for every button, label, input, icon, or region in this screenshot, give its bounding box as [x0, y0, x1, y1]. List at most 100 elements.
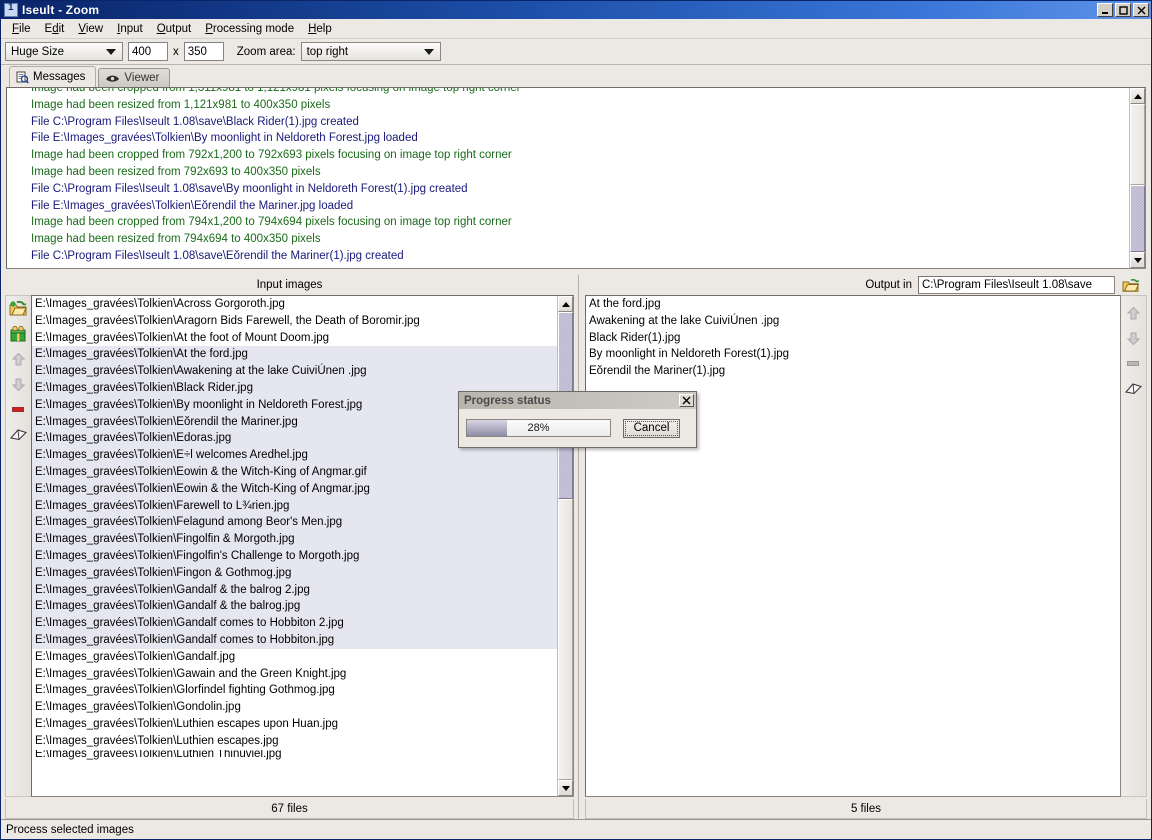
list-item[interactable]: E:\Images_gravées\Tolkien\Eowin & the Wi…	[32, 481, 557, 498]
zoom-area-label: Zoom area:	[237, 46, 296, 58]
list-item[interactable]: E:\Images_gravées\Tolkien\Eowin & the Wi…	[32, 464, 557, 481]
move-up-icon[interactable]	[8, 349, 30, 369]
output-path-value: C:\Program Files\Iseult 1.08\save	[922, 279, 1092, 291]
message-line: File C:\Program Files\Iseult 1.08\save\B…	[13, 181, 1129, 198]
list-item[interactable]: E:\Images_gravées\Tolkien\At the ford.jp…	[32, 346, 557, 363]
messages-scrollbar[interactable]	[1129, 88, 1145, 268]
list-item[interactable]: E:\Images_gravées\Tolkien\Gandalf comes …	[32, 632, 557, 649]
zoom-area-combo[interactable]: top right	[301, 42, 441, 61]
remove-icon[interactable]	[8, 399, 30, 419]
list-item[interactable]: Eŏrendil the Mariner(1).jpg	[586, 363, 1120, 380]
progress-bar: 28%	[466, 419, 611, 437]
main-content: Input images	[1, 269, 1151, 819]
scroll-down-button[interactable]	[558, 780, 573, 796]
list-item[interactable]: E:\Images_gravées\Tolkien\Fingolfin's Ch…	[32, 548, 557, 565]
progress-dialog-title: Progress status	[464, 395, 551, 407]
scroll-down-button[interactable]	[1130, 252, 1145, 268]
close-icon[interactable]	[679, 394, 694, 407]
list-item[interactable]: At the ford.jpg	[586, 296, 1120, 313]
height-input[interactable]: 350	[184, 42, 224, 61]
minimize-button[interactable]	[1097, 3, 1113, 17]
window-title: Iseult - Zoom	[22, 3, 1097, 17]
output-path-input[interactable]: C:\Program Files\Iseult 1.08\save	[918, 276, 1115, 294]
zoom-area-value: top right	[307, 46, 349, 58]
list-item[interactable]: E:\Images_gravées\Tolkien\Farewell to L¾…	[32, 498, 557, 515]
list-item[interactable]: E:\Images_gravées\Tolkien\Gandalf comes …	[32, 615, 557, 632]
menu-edit[interactable]: Edit	[38, 21, 72, 37]
browse-output-folder-button[interactable]	[1121, 276, 1141, 294]
menu-view[interactable]: View	[71, 21, 110, 37]
window-controls	[1097, 3, 1149, 17]
input-list-items[interactable]: E:\Images_gravées\Tolkien\Across Gorgoro…	[32, 296, 557, 796]
message-line: Image had been resized from 792x693 to 4…	[13, 164, 1129, 181]
clear-list-icon[interactable]	[1123, 378, 1145, 398]
list-item[interactable]: E:\Images_gravées\Tolkien\Across Gorgoro…	[32, 296, 557, 313]
input-listbox[interactable]: E:\Images_gravées\Tolkien\Across Gorgoro…	[31, 295, 574, 797]
messages-pane: Image had been cropped from 1,311x981 to…	[6, 87, 1146, 269]
message-line: File C:\Program Files\Iseult 1.08\save\B…	[13, 114, 1129, 131]
progress-dialog-body: 28% Cancel	[459, 409, 696, 447]
app-icon	[4, 3, 18, 17]
output-panel: Output in C:\Program Files\Iseult 1.08\s…	[579, 275, 1151, 819]
times-label: x	[173, 46, 179, 58]
menu-input[interactable]: Input	[110, 21, 150, 37]
add-image-icon[interactable]	[8, 324, 30, 344]
output-list-items[interactable]: At the ford.jpg Awakening at the lake Cu…	[586, 296, 1120, 796]
width-input[interactable]: 400	[128, 42, 168, 61]
output-tool-strip	[1121, 295, 1147, 797]
input-scrollbar[interactable]	[557, 296, 573, 796]
move-up-icon[interactable]	[1123, 303, 1145, 323]
tab-viewer[interactable]: Viewer	[98, 68, 170, 87]
menu-processing-mode[interactable]: Processing mode	[198, 21, 301, 37]
clear-list-icon[interactable]	[8, 424, 30, 444]
close-button[interactable]	[1133, 3, 1149, 17]
list-item[interactable]: E:\Images_gravées\Tolkien\Glorfindel fig…	[32, 682, 557, 699]
input-panel-title: Input images	[257, 279, 323, 291]
maximize-button[interactable]	[1115, 3, 1131, 17]
chevron-down-icon	[106, 49, 116, 55]
list-item[interactable]: E:\Images_gravées\Tolkien\Gandalf & the …	[32, 598, 557, 615]
menu-help[interactable]: Help	[301, 21, 339, 37]
messages-scroll-thumb[interactable]	[1130, 185, 1145, 252]
list-item[interactable]: E:\Images_gravées\Tolkien\At the foot of…	[32, 330, 557, 347]
message-line: File C:\Program Files\Iseult 1.08\save\E…	[13, 248, 1129, 265]
message-line: Image had been resized from 1,121x981 to…	[13, 97, 1129, 114]
list-item[interactable]: E:\Images_gravées\Tolkien\Fingolfin & Mo…	[32, 531, 557, 548]
messages-scroll-track[interactable]	[1130, 104, 1145, 252]
list-item[interactable]: E:\Images_gravées\Tolkien\E÷l welcomes A…	[32, 447, 557, 464]
status-text: Process selected images	[6, 824, 134, 836]
output-listbox[interactable]: At the ford.jpg Awakening at the lake Cu…	[585, 295, 1121, 797]
list-item[interactable]: E:\Images_gravées\Tolkien\Gandalf.jpg	[32, 649, 557, 666]
list-item[interactable]: E:\Images_gravées\Tolkien\Luthien escape…	[32, 716, 557, 733]
list-item[interactable]: E:\Images_gravées\Tolkien\Awakening at t…	[32, 363, 557, 380]
list-item[interactable]: E:\Images_gravées\Tolkien\Felagund among…	[32, 514, 557, 531]
input-panel-header: Input images	[5, 275, 574, 295]
list-item[interactable]: E:\Images_gravées\Tolkien\Luthien Thinuv…	[32, 750, 557, 760]
menu-file[interactable]: File	[5, 21, 38, 37]
scroll-up-button[interactable]	[558, 296, 573, 312]
input-scroll-track[interactable]	[558, 312, 573, 780]
list-item[interactable]: E:\Images_gravées\Tolkien\Luthien escape…	[32, 733, 557, 750]
tab-messages[interactable]: Messages	[9, 66, 96, 87]
list-item[interactable]: E:\Images_gravées\Tolkien\Aragorn Bids F…	[32, 313, 557, 330]
move-down-icon[interactable]	[8, 374, 30, 394]
list-item[interactable]: E:\Images_gravées\Tolkien\Gawain and the…	[32, 666, 557, 683]
list-item[interactable]: Black Rider(1).jpg	[586, 330, 1120, 347]
title-bar: Iseult - Zoom	[1, 1, 1151, 19]
list-item[interactable]: Awakening at the lake CuiviÚnen .jpg	[586, 313, 1120, 330]
messages-log[interactable]: Image had been cropped from 1,311x981 to…	[7, 88, 1129, 268]
list-item[interactable]: E:\Images_gravées\Tolkien\Gandalf & the …	[32, 582, 557, 599]
output-list-row: At the ford.jpg Awakening at the lake Cu…	[585, 295, 1147, 797]
cancel-button[interactable]: Cancel	[623, 419, 680, 438]
open-folder-icon[interactable]	[8, 299, 30, 319]
remove-icon[interactable]	[1123, 353, 1145, 373]
move-down-icon[interactable]	[1123, 328, 1145, 348]
list-item[interactable]: E:\Images_gravées\Tolkien\Fingon & Gothm…	[32, 565, 557, 582]
application-window: Iseult - Zoom File Edit View Input Outpu…	[0, 0, 1152, 840]
menu-output[interactable]: Output	[150, 21, 199, 37]
list-item[interactable]: By moonlight in Neldoreth Forest(1).jpg	[586, 346, 1120, 363]
list-item[interactable]: E:\Images_gravées\Tolkien\Gondolin.jpg	[32, 699, 557, 716]
size-preset-combo[interactable]: Huge Size	[5, 42, 123, 61]
scroll-up-button[interactable]	[1130, 88, 1145, 104]
arrow-down-icon	[562, 786, 570, 791]
